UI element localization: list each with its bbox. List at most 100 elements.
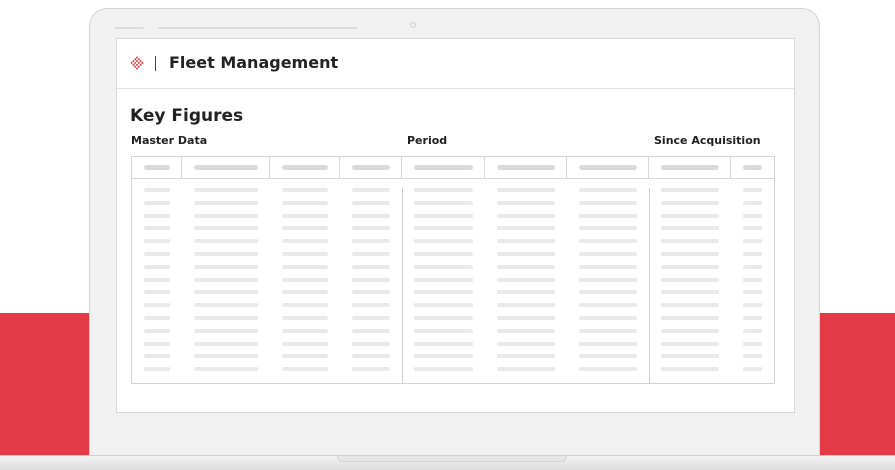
lid-decoration: [114, 27, 144, 29]
table-cell-placeholder: [579, 252, 637, 256]
table-cell-placeholder: [497, 367, 555, 372]
table-cell-placeholder: [352, 316, 390, 320]
table-cell-placeholder: [579, 367, 637, 372]
table-cell-placeholder: [414, 277, 473, 282]
header-placeholder: [414, 165, 473, 170]
table-cell-placeholder: [144, 354, 170, 359]
table-cell-placeholder: [579, 328, 637, 333]
table-cell-placeholder: [661, 354, 719, 359]
table-cell-placeholder: [144, 213, 170, 218]
table-cell-placeholder: [414, 188, 473, 192]
table-cell-placeholder: [661, 252, 719, 256]
table-cell-placeholder: [497, 354, 555, 359]
table-cell-placeholder: [743, 200, 762, 205]
table-header-cell[interactable]: [731, 157, 774, 178]
table-cell-placeholder: [144, 277, 170, 282]
table-cell-placeholder: [352, 290, 390, 295]
table-cell-placeholder: [282, 213, 328, 218]
table-cell-placeholder: [579, 264, 637, 269]
table-cell-placeholder: [497, 213, 555, 218]
table-cell-placeholder: [743, 303, 762, 308]
table-cell-placeholder: [144, 328, 170, 333]
table-cell-placeholder: [743, 277, 762, 282]
table-cell-placeholder: [579, 316, 637, 320]
header-divider: [155, 56, 156, 71]
lid-decoration: [158, 27, 358, 29]
table-cell-placeholder: [497, 303, 555, 308]
table-cell-placeholder: [743, 367, 762, 372]
table-cell-placeholder: [743, 316, 762, 320]
table-cell-placeholder: [194, 290, 258, 295]
table-cell-placeholder: [661, 226, 719, 231]
table-cell-placeholder: [282, 367, 328, 372]
table-cell-placeholder: [579, 277, 637, 282]
app-header: Fleet Management: [117, 39, 794, 89]
group-label-since-acquisition: Since Acquisition: [654, 134, 761, 147]
table-cell-placeholder: [282, 226, 328, 231]
table-cell-placeholder: [282, 354, 328, 359]
table-cell-placeholder: [282, 200, 328, 205]
table-cell-placeholder: [194, 316, 258, 320]
table-cell-placeholder: [144, 290, 170, 295]
table-cell-placeholder: [352, 213, 390, 218]
table-cell-placeholder: [352, 341, 390, 346]
table-cell-placeholder: [144, 303, 170, 308]
page-title: Key Figures: [130, 106, 244, 126]
table-cell-placeholder: [497, 290, 555, 295]
table-cell-placeholder: [282, 239, 328, 244]
table-cell-placeholder: [352, 188, 390, 192]
table-cell-placeholder: [414, 213, 473, 218]
table-cell-placeholder: [579, 290, 637, 295]
table-cell-placeholder: [352, 354, 390, 359]
table-header-cell[interactable]: [340, 157, 402, 178]
table-cell-placeholder: [743, 328, 762, 333]
table-cell-placeholder: [194, 213, 258, 218]
table-cell-placeholder: [743, 213, 762, 218]
table-cell-placeholder: [282, 341, 328, 346]
table-header-cell[interactable]: [485, 157, 567, 178]
table-cell-placeholder: [414, 367, 473, 372]
table-cell-placeholder: [352, 239, 390, 244]
table-cell-placeholder: [414, 239, 473, 244]
header-placeholder: [743, 165, 762, 170]
table-cell-placeholder: [352, 303, 390, 308]
table-cell-placeholder: [497, 316, 555, 320]
key-figures-table: [131, 156, 775, 384]
table-cell-placeholder: [144, 188, 170, 192]
table-cell-placeholder: [497, 252, 555, 256]
table-cell-placeholder: [743, 354, 762, 359]
table-cell-placeholder: [352, 252, 390, 256]
table-cell-placeholder: [352, 226, 390, 231]
table-cell-placeholder: [282, 264, 328, 269]
table-cell-placeholder: [414, 264, 473, 269]
group-label-master-data: Master Data: [131, 134, 208, 147]
table-cell-placeholder: [414, 316, 473, 320]
table-header-cell[interactable]: [567, 157, 649, 178]
table-header-cell[interactable]: [182, 157, 270, 178]
header-placeholder: [579, 165, 637, 170]
table-cell-placeholder: [579, 200, 637, 205]
table-cell-placeholder: [414, 303, 473, 308]
table-cell-placeholder: [352, 277, 390, 282]
table-cell-placeholder: [497, 239, 555, 244]
header-placeholder: [497, 165, 555, 170]
table-cell-placeholder: [497, 328, 555, 333]
table-cell-placeholder: [661, 341, 719, 346]
table-cell-placeholder: [579, 341, 637, 346]
table-cell-placeholder: [743, 226, 762, 231]
header-placeholder: [282, 165, 328, 170]
table-header-cell[interactable]: [132, 157, 182, 178]
table-cell-placeholder: [282, 303, 328, 308]
table-cell-placeholder: [144, 341, 170, 346]
table-header-cell[interactable]: [270, 157, 340, 178]
table-header-cell[interactable]: [649, 157, 731, 178]
header-placeholder: [144, 165, 170, 170]
table-cell-placeholder: [144, 252, 170, 256]
table-cell-placeholder: [414, 200, 473, 205]
table-cell-placeholder: [352, 328, 390, 333]
table-cell-placeholder: [579, 303, 637, 308]
table-cell-placeholder: [661, 200, 719, 205]
table-cell-placeholder: [282, 188, 328, 192]
table-header-cell[interactable]: [402, 157, 485, 178]
app-title: Fleet Management: [169, 53, 339, 72]
